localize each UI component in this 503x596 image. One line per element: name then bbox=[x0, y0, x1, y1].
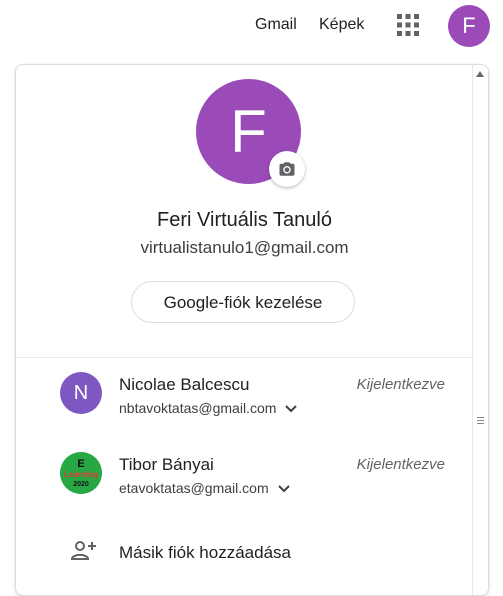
divider bbox=[16, 357, 473, 358]
add-account-button[interactable]: Másik fiók hozzáadása bbox=[16, 525, 473, 575]
manage-account-button[interactable]: Google-fiók kezelése bbox=[131, 281, 355, 323]
person-add-icon bbox=[71, 541, 96, 560]
chevron-down-icon[interactable] bbox=[277, 484, 291, 494]
elearning-logo-avatar: E Learning 2020 bbox=[60, 452, 102, 494]
gmail-link[interactable]: Gmail bbox=[255, 15, 297, 35]
account-email-line: etavoktatas@gmail.com bbox=[119, 479, 291, 497]
svg-text:Learning: Learning bbox=[64, 470, 98, 479]
top-bar: Gmail Képek F bbox=[0, 0, 503, 54]
add-account-label: Másik fiók hozzáadása bbox=[119, 543, 291, 562]
apps-grid-icon[interactable] bbox=[397, 14, 419, 36]
account-email: etavoktatas@gmail.com bbox=[119, 480, 269, 496]
svg-text:2020: 2020 bbox=[73, 481, 89, 488]
change-photo-button[interactable] bbox=[269, 151, 305, 187]
signed-out-status: Kijelentkezve bbox=[356, 376, 445, 393]
profile-name: Feri Virtuális Tanuló bbox=[157, 209, 332, 231]
images-link[interactable]: Képek bbox=[319, 15, 364, 35]
account-name: Tibor Bányai bbox=[119, 455, 214, 474]
chevron-down-icon[interactable] bbox=[284, 404, 298, 414]
scroll-up-arrow-icon[interactable] bbox=[476, 71, 484, 77]
signed-out-status: Kijelentkezve bbox=[356, 456, 445, 473]
profile-email: virtualistanulo1@gmail.com bbox=[140, 238, 349, 257]
account-avatar-button[interactable]: F bbox=[448, 5, 490, 47]
account-item[interactable]: E Learning 2020 Tibor Bányai etavoktatas… bbox=[16, 442, 473, 506]
scroll-grip-icon[interactable] bbox=[477, 417, 484, 425]
account-item[interactable]: N Nicolae Balcescu nbtavoktatas@gmail.co… bbox=[16, 362, 473, 426]
svg-text:E: E bbox=[77, 458, 84, 470]
account-email: nbtavoktatas@gmail.com bbox=[119, 400, 277, 416]
account-avatar: N bbox=[60, 372, 102, 414]
account-name: Nicolae Balcescu bbox=[119, 375, 250, 394]
scrollbar[interactable] bbox=[472, 65, 488, 595]
account-panel: F Feri Virtuális Tanuló virtualistanulo1… bbox=[15, 64, 489, 596]
account-email-line: nbtavoktatas@gmail.com bbox=[119, 399, 298, 417]
camera-icon bbox=[279, 162, 295, 176]
